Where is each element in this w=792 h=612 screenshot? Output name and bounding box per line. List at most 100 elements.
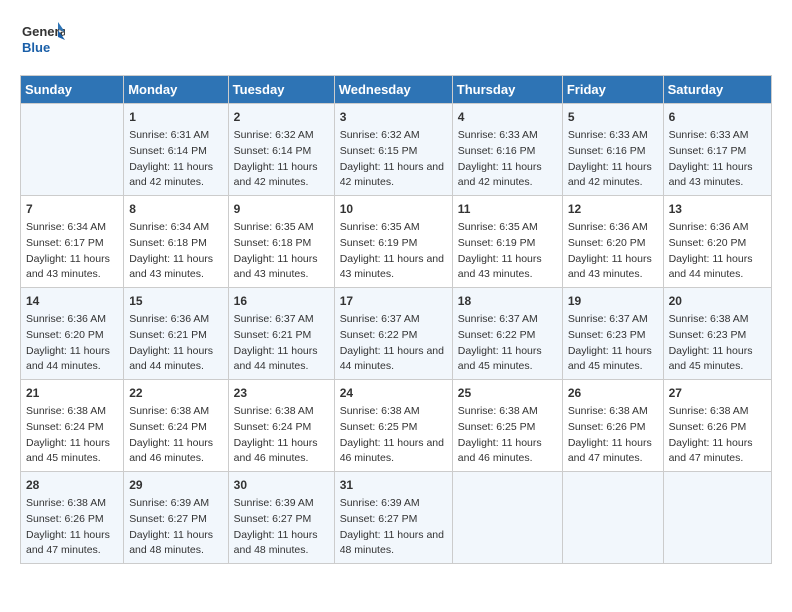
calendar-cell: 6Sunrise: 6:33 AMSunset: 6:17 PMDaylight… bbox=[663, 104, 771, 196]
day-number: 6 bbox=[669, 108, 766, 126]
calendar-cell: 15Sunrise: 6:36 AMSunset: 6:21 PMDayligh… bbox=[124, 288, 228, 380]
calendar-cell: 10Sunrise: 6:35 AMSunset: 6:19 PMDayligh… bbox=[334, 196, 452, 288]
calendar-header-row: SundayMondayTuesdayWednesdayThursdayFrid… bbox=[21, 76, 772, 104]
calendar-cell: 25Sunrise: 6:38 AMSunset: 6:25 PMDayligh… bbox=[452, 380, 562, 472]
cell-info: Daylight: 11 hours and 48 minutes. bbox=[234, 528, 329, 560]
cell-info: Daylight: 11 hours and 43 minutes. bbox=[340, 252, 447, 284]
cell-info: Sunrise: 6:37 AM bbox=[340, 312, 447, 328]
cell-info: Daylight: 11 hours and 42 minutes. bbox=[234, 160, 329, 192]
cell-info: Sunset: 6:17 PM bbox=[26, 236, 118, 252]
day-number: 23 bbox=[234, 384, 329, 402]
calendar-week-row: 7Sunrise: 6:34 AMSunset: 6:17 PMDaylight… bbox=[21, 196, 772, 288]
calendar-cell: 18Sunrise: 6:37 AMSunset: 6:22 PMDayligh… bbox=[452, 288, 562, 380]
calendar-cell: 22Sunrise: 6:38 AMSunset: 6:24 PMDayligh… bbox=[124, 380, 228, 472]
cell-info: Daylight: 11 hours and 47 minutes. bbox=[669, 436, 766, 468]
day-number: 8 bbox=[129, 200, 222, 218]
cell-info: Daylight: 11 hours and 44 minutes. bbox=[26, 344, 118, 376]
cell-info: Sunset: 6:24 PM bbox=[26, 420, 118, 436]
cell-info: Sunset: 6:20 PM bbox=[669, 236, 766, 252]
cell-info: Daylight: 11 hours and 45 minutes. bbox=[458, 344, 557, 376]
cell-info: Sunrise: 6:38 AM bbox=[234, 404, 329, 420]
calendar-cell: 9Sunrise: 6:35 AMSunset: 6:18 PMDaylight… bbox=[228, 196, 334, 288]
day-number: 24 bbox=[340, 384, 447, 402]
cell-info: Sunrise: 6:38 AM bbox=[129, 404, 222, 420]
cell-info: Sunrise: 6:32 AM bbox=[234, 128, 329, 144]
cell-info: Daylight: 11 hours and 43 minutes. bbox=[458, 252, 557, 284]
calendar-cell: 30Sunrise: 6:39 AMSunset: 6:27 PMDayligh… bbox=[228, 472, 334, 564]
cell-info: Sunrise: 6:36 AM bbox=[568, 220, 658, 236]
day-number: 18 bbox=[458, 292, 557, 310]
cell-info: Sunset: 6:23 PM bbox=[669, 328, 766, 344]
cell-info: Sunrise: 6:34 AM bbox=[26, 220, 118, 236]
day-number: 13 bbox=[669, 200, 766, 218]
cell-info: Sunrise: 6:37 AM bbox=[458, 312, 557, 328]
weekday-header: Monday bbox=[124, 76, 228, 104]
calendar-cell: 24Sunrise: 6:38 AMSunset: 6:25 PMDayligh… bbox=[334, 380, 452, 472]
cell-info: Daylight: 11 hours and 48 minutes. bbox=[129, 528, 222, 560]
calendar-cell: 13Sunrise: 6:36 AMSunset: 6:20 PMDayligh… bbox=[663, 196, 771, 288]
cell-info: Sunrise: 6:38 AM bbox=[669, 404, 766, 420]
cell-info: Sunset: 6:21 PM bbox=[129, 328, 222, 344]
day-number: 20 bbox=[669, 292, 766, 310]
logo: General Blue bbox=[20, 20, 65, 65]
cell-info: Sunrise: 6:35 AM bbox=[458, 220, 557, 236]
day-number: 12 bbox=[568, 200, 658, 218]
cell-info: Daylight: 11 hours and 42 minutes. bbox=[340, 160, 447, 192]
day-number: 14 bbox=[26, 292, 118, 310]
cell-info: Daylight: 11 hours and 42 minutes. bbox=[458, 160, 557, 192]
cell-info: Sunset: 6:26 PM bbox=[26, 512, 118, 528]
weekday-header: Wednesday bbox=[334, 76, 452, 104]
day-number: 17 bbox=[340, 292, 447, 310]
day-number: 25 bbox=[458, 384, 557, 402]
cell-info: Daylight: 11 hours and 48 minutes. bbox=[340, 528, 447, 560]
day-number: 2 bbox=[234, 108, 329, 126]
cell-info: Sunrise: 6:36 AM bbox=[669, 220, 766, 236]
calendar-cell: 11Sunrise: 6:35 AMSunset: 6:19 PMDayligh… bbox=[452, 196, 562, 288]
day-number: 28 bbox=[26, 476, 118, 494]
cell-info: Daylight: 11 hours and 47 minutes. bbox=[26, 528, 118, 560]
cell-info: Sunrise: 6:39 AM bbox=[234, 496, 329, 512]
day-number: 30 bbox=[234, 476, 329, 494]
cell-info: Sunset: 6:16 PM bbox=[458, 144, 557, 160]
cell-info: Sunrise: 6:36 AM bbox=[129, 312, 222, 328]
cell-info: Sunset: 6:15 PM bbox=[340, 144, 447, 160]
weekday-header: Sunday bbox=[21, 76, 124, 104]
day-number: 5 bbox=[568, 108, 658, 126]
weekday-header: Thursday bbox=[452, 76, 562, 104]
cell-info: Daylight: 11 hours and 47 minutes. bbox=[568, 436, 658, 468]
cell-info: Sunset: 6:14 PM bbox=[234, 144, 329, 160]
cell-info: Sunrise: 6:34 AM bbox=[129, 220, 222, 236]
cell-info: Sunrise: 6:38 AM bbox=[26, 404, 118, 420]
cell-info: Sunrise: 6:31 AM bbox=[129, 128, 222, 144]
day-number: 15 bbox=[129, 292, 222, 310]
calendar-cell: 4Sunrise: 6:33 AMSunset: 6:16 PMDaylight… bbox=[452, 104, 562, 196]
calendar-table: SundayMondayTuesdayWednesdayThursdayFrid… bbox=[20, 75, 772, 564]
calendar-cell: 5Sunrise: 6:33 AMSunset: 6:16 PMDaylight… bbox=[562, 104, 663, 196]
calendar-cell: 3Sunrise: 6:32 AMSunset: 6:15 PMDaylight… bbox=[334, 104, 452, 196]
calendar-cell: 1Sunrise: 6:31 AMSunset: 6:14 PMDaylight… bbox=[124, 104, 228, 196]
day-number: 22 bbox=[129, 384, 222, 402]
cell-info: Sunset: 6:20 PM bbox=[568, 236, 658, 252]
day-number: 7 bbox=[26, 200, 118, 218]
cell-info: Sunrise: 6:38 AM bbox=[568, 404, 658, 420]
calendar-cell: 29Sunrise: 6:39 AMSunset: 6:27 PMDayligh… bbox=[124, 472, 228, 564]
cell-info: Sunrise: 6:37 AM bbox=[234, 312, 329, 328]
cell-info: Sunrise: 6:39 AM bbox=[129, 496, 222, 512]
day-number: 11 bbox=[458, 200, 557, 218]
cell-info: Sunrise: 6:37 AM bbox=[568, 312, 658, 328]
cell-info: Daylight: 11 hours and 43 minutes. bbox=[234, 252, 329, 284]
day-number: 3 bbox=[340, 108, 447, 126]
cell-info: Sunrise: 6:35 AM bbox=[340, 220, 447, 236]
cell-info: Sunset: 6:18 PM bbox=[129, 236, 222, 252]
cell-info: Sunset: 6:24 PM bbox=[129, 420, 222, 436]
cell-info: Sunset: 6:26 PM bbox=[568, 420, 658, 436]
cell-info: Daylight: 11 hours and 45 minutes. bbox=[568, 344, 658, 376]
cell-info: Sunset: 6:14 PM bbox=[129, 144, 222, 160]
cell-info: Sunset: 6:18 PM bbox=[234, 236, 329, 252]
calendar-cell bbox=[21, 104, 124, 196]
cell-info: Sunset: 6:25 PM bbox=[458, 420, 557, 436]
calendar-cell: 23Sunrise: 6:38 AMSunset: 6:24 PMDayligh… bbox=[228, 380, 334, 472]
page-header: General Blue bbox=[20, 20, 772, 65]
cell-info: Sunset: 6:17 PM bbox=[669, 144, 766, 160]
weekday-header: Saturday bbox=[663, 76, 771, 104]
